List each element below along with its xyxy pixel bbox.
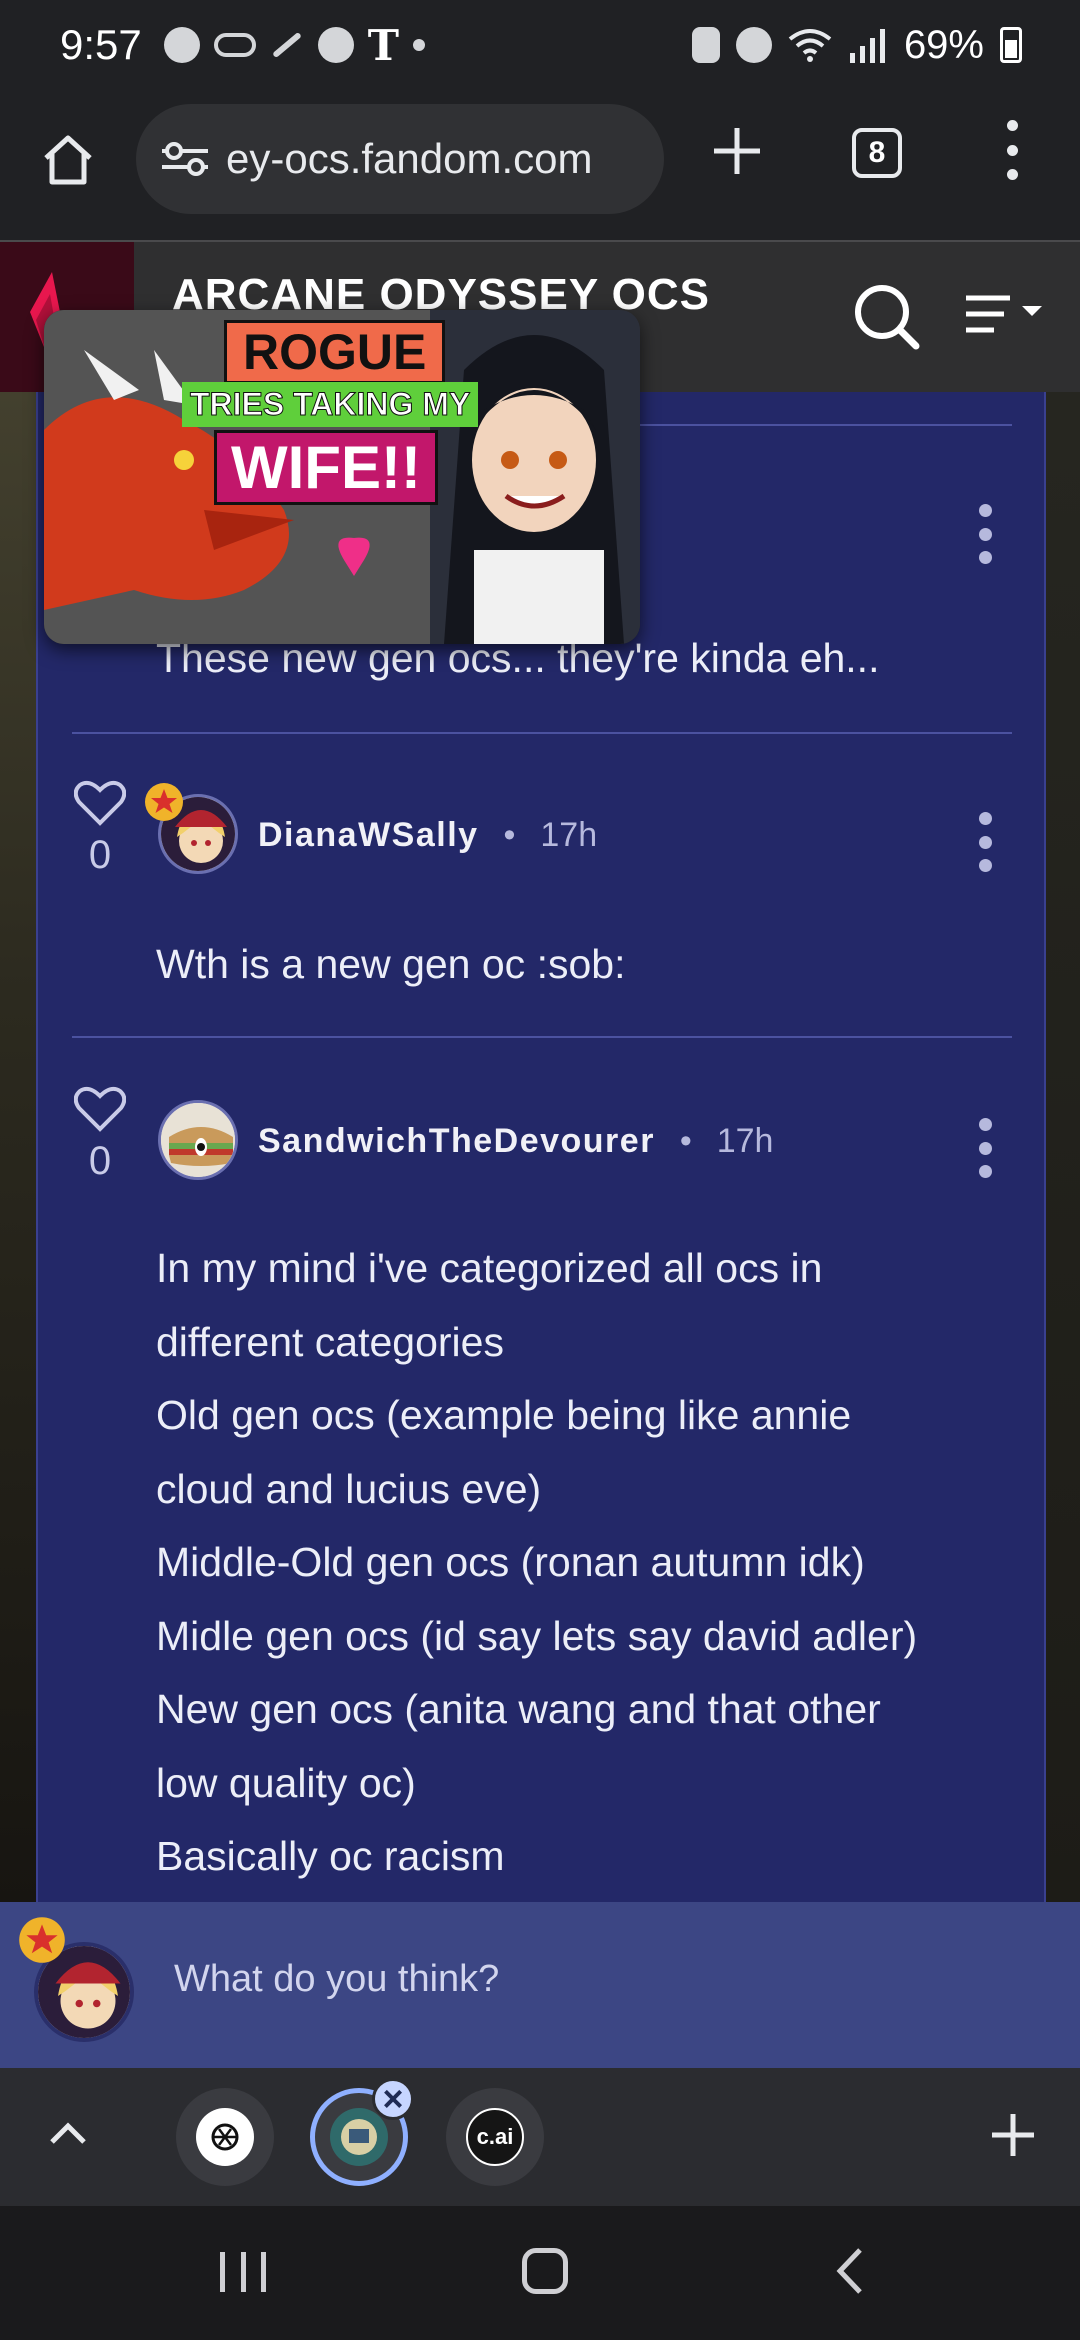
comment-author[interactable]: SandwichTheDevourer • 17h [258,1122,773,1161]
site-settings-icon[interactable] [162,139,208,179]
comment-line: low quality oc) [156,1759,416,1806]
home-icon[interactable] [38,130,98,190]
comment-time: 17h [540,816,598,854]
chevron-up-icon[interactable] [46,2112,90,2156]
wiki-menu-icon[interactable] [964,292,1054,342]
alarm-icon [735,27,772,63]
comment-divider [72,732,1012,734]
home-nav-icon[interactable] [522,2248,568,2294]
tab-cai[interactable]: c.ai [446,2088,544,2186]
comment-line: Old gen ocs (example being like annie [156,1392,852,1438]
reply-input[interactable]: What do you think? [174,1958,499,2001]
like-count: 0 [88,833,112,877]
signal-off-icon [271,31,302,59]
notification-icons: T [163,20,426,70]
battery-saver-icon [691,27,720,63]
reply-bar: What do you think? [0,1902,1080,2068]
comment-body: In my mind i've categorized all ocs in d… [156,1232,1036,1894]
battery-percent: 69% [903,22,984,67]
background-art-left [0,392,36,1902]
system-nav-bar [0,2206,1080,2340]
comment-line: New gen ocs (anita wang and that other [156,1686,881,1732]
comment-line: In my mind i've categorized all ocs in [156,1245,823,1291]
comment-line: Wth is a new gen oc :sob: [156,941,626,987]
comment-author[interactable]: DianaWSally • 17h [258,816,597,855]
message-icon [163,27,200,63]
comment-divider [72,1036,1012,1038]
address-bar[interactable]: ey-ocs.fandom.com [136,104,664,214]
heart-icon[interactable] [73,780,127,826]
character-avatar-icon [330,2108,388,2166]
carrier-icon: T [367,20,400,70]
status-right: 69% [691,0,1022,90]
tab-chatgpt[interactable] [176,2088,274,2186]
comment-line: cloud and lucius eve) [156,1465,542,1512]
tab-switcher-button[interactable]: 8 [852,128,902,178]
comment-author-name[interactable]: SandwichTheDevourer [258,1122,655,1160]
star-badge-icon [145,783,183,821]
comment-line: Middle-Old gen ocs (ronan autumn idk) [156,1539,865,1585]
status-time: 9:57 [60,21,142,68]
close-tab-icon[interactable]: × [372,2078,414,2120]
video-title-line-3: WIFE!! [214,430,438,505]
recents-icon[interactable] [220,2252,266,2292]
comment-author-name[interactable]: DianaWSally [258,816,479,854]
comment-line: Midle gen ocs (id say lets say david adl… [156,1612,918,1659]
video-title-line-1: ROGUE [224,320,446,384]
battery-icon [1000,27,1022,63]
url-text: ey-ocs.fandom.com [226,135,593,182]
status-bar: 9:57 T 69% [0,0,1080,90]
floating-video-player[interactable]: ROGUE TRIES TAKING MY WIFE!! [44,310,640,644]
comment-line: Basically oc racism [156,1833,505,1879]
wifi-icon [788,29,832,62]
new-tab-icon[interactable] [710,124,764,178]
cloud-icon [317,27,354,63]
back-icon[interactable] [830,2246,870,2296]
meta-separator: • [503,816,516,854]
like-control[interactable]: 0 [70,1086,130,1184]
comment-options-icon[interactable] [978,504,992,564]
comment-body: Wth is a new gen oc :sob: [156,928,1036,1002]
like-count: 0 [88,1139,112,1183]
comment-options-icon[interactable] [978,1118,992,1178]
comment-line: different categories [156,1318,504,1365]
search-icon[interactable] [852,282,920,350]
comment-time: 17h [716,1122,774,1160]
add-tab-icon[interactable] [990,2112,1036,2158]
browser-toolbar: ey-ocs.fandom.com 8 [0,90,1080,240]
cell-signal-icon [849,29,885,63]
cai-icon: c.ai [466,2108,524,2166]
browser-menu-icon[interactable] [1000,120,1024,180]
tab-strip: × c.ai [0,2068,1080,2206]
chatgpt-icon [196,2108,254,2166]
more-notifications-icon [413,39,426,51]
like-control[interactable]: 0 [70,780,130,878]
video-title-line-2: TRIES TAKING MY [182,382,479,427]
meta-separator: • [679,1122,692,1160]
heart-icon[interactable] [73,1086,127,1132]
voicemail-icon [213,33,256,57]
comment-options-icon[interactable] [978,812,992,872]
avatar[interactable] [158,1100,238,1180]
star-badge-icon [19,1917,65,1963]
background-art-right [1046,392,1080,1902]
